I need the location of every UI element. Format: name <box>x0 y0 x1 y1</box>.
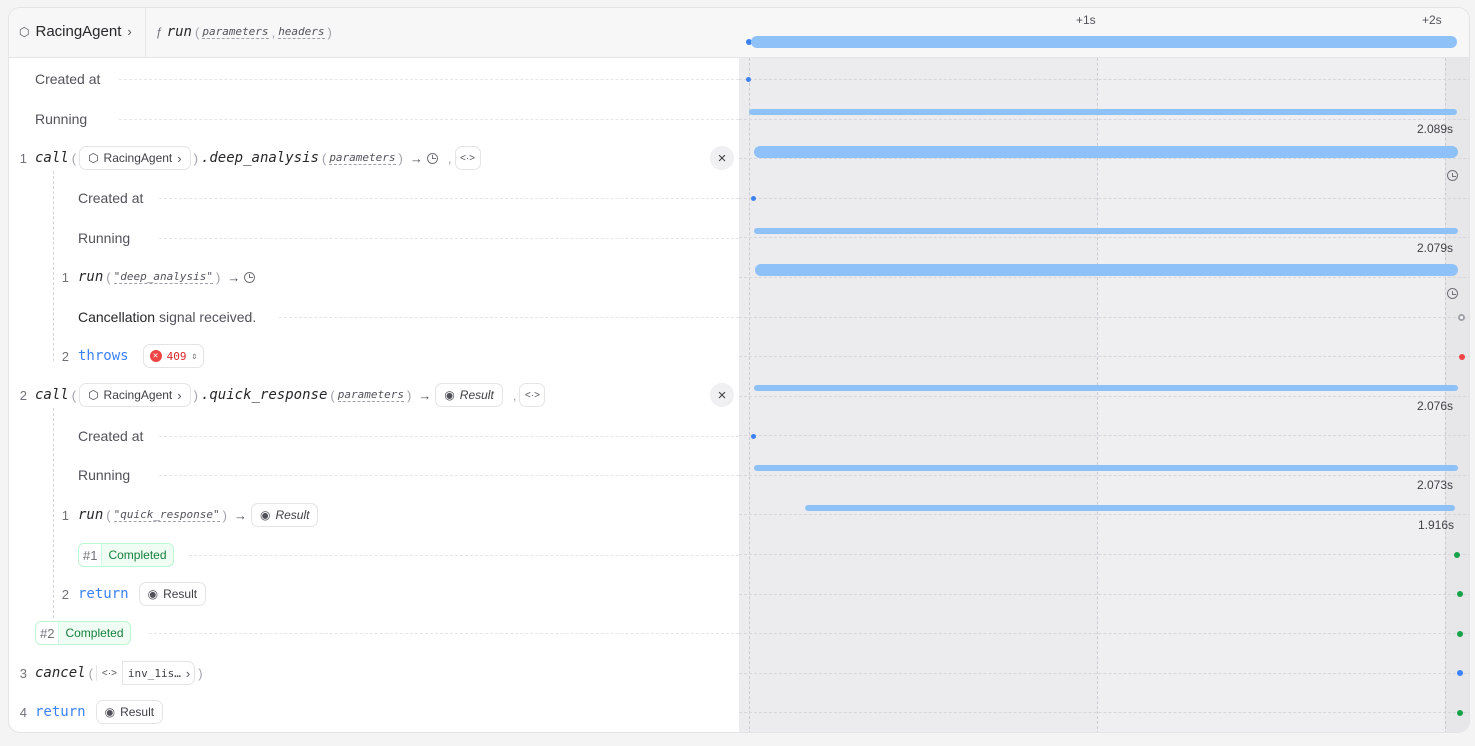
close-icon[interactable]: × <box>710 146 734 170</box>
error-badge[interactable]: ✕ 409 ⇕ <box>142 344 205 368</box>
close-icon[interactable]: × <box>710 383 734 407</box>
arrow-right-icon: → <box>227 269 241 285</box>
service-breadcrumb[interactable]: ⬡ RacingAgent › <box>19 23 132 40</box>
tick-1s: +1s <box>1076 13 1096 27</box>
running-duration: 2.089s <box>1417 122 1454 136</box>
invocation-pill[interactable]: <·> inv_1is… › <box>95 661 196 685</box>
result-pill[interactable]: ◉ Result <box>435 383 503 407</box>
eye-icon: ◉ <box>259 508 271 522</box>
service-pill[interactable]: ⬡ RacingAgent › <box>79 146 191 170</box>
clock-icon <box>1447 288 1458 300</box>
call2-bar[interactable] <box>754 385 1458 391</box>
box-icon: ⬡ <box>88 388 99 402</box>
chevron-right-icon: › <box>127 24 132 39</box>
result-pill[interactable]: ◉ Result <box>138 582 207 606</box>
invocation-bar[interactable] <box>751 36 1457 48</box>
clock-icon <box>1447 170 1458 182</box>
chevron-right-icon: › <box>177 150 182 166</box>
call1-created-at: Created at <box>9 178 739 218</box>
result-pill[interactable]: ◉ Result <box>250 503 319 527</box>
call2-return[interactable]: 2 return ◉ Result <box>9 574 739 614</box>
clock-icon <box>244 271 256 283</box>
call-deep-analysis[interactable]: 1 call ( ⬡ RacingAgent › ) .deep_analysis … <box>9 138 739 178</box>
completed-2: #2 Completed <box>9 613 739 653</box>
box-icon: ⬡ <box>19 24 30 39</box>
call1-running: Running <box>9 218 739 258</box>
cancel-call[interactable]: 3 cancel ( <·> inv_1is… › ) <box>9 653 739 693</box>
event-created-at: Created at <box>9 59 739 99</box>
return-row[interactable]: 4 return ◉ Result <box>9 692 739 732</box>
call2-running: Running <box>9 455 739 495</box>
error-icon: ✕ <box>149 350 162 362</box>
handler-signature: ƒ run ( parameters , headers ) <box>156 24 332 40</box>
eye-icon: ◉ <box>147 587 159 601</box>
chevron-right-icon: › <box>185 665 191 681</box>
call2-run-step[interactable]: 1 run ( "quick_response" ) → ◉ Result <box>9 495 739 535</box>
arrow-right-icon: → <box>409 150 423 166</box>
param-headers[interactable]: headers <box>278 25 325 39</box>
timeline-area <box>739 8 1469 732</box>
completed-badge: #1 Completed <box>78 543 174 567</box>
code-icon: <·> <box>96 661 123 685</box>
arrow-right-icon: → <box>233 507 247 523</box>
handler-name: run <box>166 24 192 40</box>
chevron-updown-icon: ⇕ <box>191 350 198 362</box>
clock-icon <box>426 152 438 164</box>
code-icon[interactable]: <·> <box>519 383 546 407</box>
eye-icon: ◉ <box>104 705 116 719</box>
arrow-right-icon: → <box>418 387 432 403</box>
completed-badge: #2 Completed <box>35 621 131 645</box>
tick-2s: +2s <box>1422 13 1442 27</box>
service-pill[interactable]: ⬡ RacingAgent › <box>79 383 191 407</box>
param-parameters[interactable]: parameters <box>202 25 269 39</box>
chevron-right-icon: › <box>177 387 182 403</box>
result-pill[interactable]: ◉ Result <box>95 700 164 724</box>
service-name: RacingAgent <box>35 23 122 40</box>
code-icon[interactable]: <·> <box>454 146 481 170</box>
throws-row[interactable]: 2 throws ✕ 409 ⇕ <box>9 336 739 376</box>
function-icon: ƒ <box>156 25 163 39</box>
call1-bar[interactable] <box>754 146 1458 158</box>
call1-run-step[interactable]: 1 run ( "deep_analysis" ) → <box>9 257 739 297</box>
running-bar[interactable] <box>749 109 1457 115</box>
invocation-trace-panel: ⬡ RacingAgent › ƒ run ( parameters , hea… <box>8 7 1470 733</box>
call-quick-response[interactable]: 2 call ( ⬡ RacingAgent › ) .quick_response… <box>9 375 739 415</box>
cancellation-event: Cancellation signal received. <box>9 297 739 337</box>
method-name: .quick_response <box>200 387 328 403</box>
trace-header: ⬡ RacingAgent › ƒ run ( parameters , hea… <box>9 8 1469 58</box>
event-running: Running <box>9 99 739 139</box>
eye-icon: ◉ <box>444 388 455 402</box>
completed-1: #1 Completed <box>9 535 739 575</box>
method-name: .deep_analysis <box>200 150 319 166</box>
call2-created-at: Created at <box>9 416 739 456</box>
box-icon: ⬡ <box>88 151 99 165</box>
